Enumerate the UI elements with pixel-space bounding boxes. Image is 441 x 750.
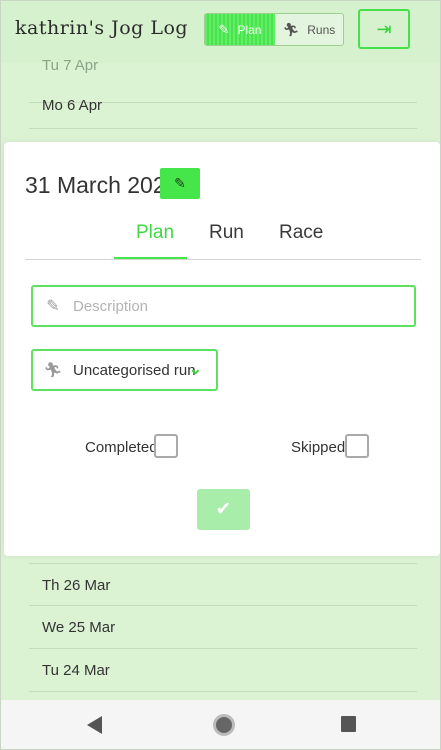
list-item[interactable]: Tu 24 Mar <box>29 649 417 692</box>
pencil-icon: ✎ <box>174 175 186 191</box>
list-item-label: Mo 6 Apr <box>42 97 103 114</box>
list-item[interactable]: We 25 Mar <box>29 606 417 649</box>
list-item[interactable]: Th 26 Mar <box>29 563 417 606</box>
app-frame: kathrin's Jog Log ✎ Plan 🏃︎ Runs ⇥ Tu 7 … <box>0 0 441 750</box>
completed-label: Completed <box>85 439 158 456</box>
back-icon[interactable] <box>87 716 102 734</box>
save-button[interactable]: ✔ <box>197 489 250 530</box>
recent-apps-icon[interactable] <box>341 716 356 732</box>
skipped-checkbox[interactable] <box>345 434 369 458</box>
sign-out-icon: ⇥ <box>376 18 392 39</box>
modal-tabs: Plan Run Race <box>25 218 421 260</box>
skipped-label: Skipped <box>291 439 346 456</box>
day-modal: 31 March 2020 ✎ Plan Run Race ✎ Descript… <box>4 142 440 556</box>
runner-icon: 🏃︎ <box>43 362 63 379</box>
runs-toggle-button[interactable]: 🏃︎ Runs <box>275 14 343 45</box>
app-title: kathrin's Jog Log <box>15 17 189 39</box>
list-item-label: We 25 Mar <box>42 619 116 636</box>
home-icon[interactable] <box>213 714 235 736</box>
completed-checkbox[interactable] <box>154 434 178 458</box>
tab-plan[interactable]: Plan <box>136 222 174 244</box>
view-toggle: ✎ Plan 🏃︎ Runs <box>204 13 344 46</box>
plan-toggle-label: Plan <box>237 22 262 37</box>
pencil-ruler-icon: ✎ <box>46 298 60 315</box>
plan-toggle-button[interactable]: ✎ Plan <box>205 14 275 45</box>
android-nav-bar <box>1 700 440 749</box>
chevron-down-icon: ⌄ <box>188 361 202 378</box>
run-type-select[interactable]: 🏃︎ Uncategorised run ⌄ <box>31 349 218 391</box>
list-item-label: Tu 24 Mar <box>42 662 110 679</box>
description-placeholder: Description <box>73 297 149 315</box>
run-type-value: Uncategorised run <box>73 361 196 379</box>
list-item[interactable]: Mo 6 Apr <box>29 85 417 129</box>
app-header: kathrin's Jog Log ✎ Plan 🏃︎ Runs ⇥ <box>1 1 440 63</box>
description-field[interactable]: ✎ Description <box>31 285 416 327</box>
list-item-label: Th 26 Mar <box>42 577 111 594</box>
runner-icon: 🏃︎ <box>282 21 300 37</box>
tab-run[interactable]: Run <box>209 222 244 244</box>
logout-button[interactable]: ⇥ <box>358 9 410 49</box>
modal-date: 31 March 2020 <box>25 172 179 198</box>
pencil-ruler-icon: ✎ <box>218 21 230 37</box>
active-tab-indicator <box>114 257 187 259</box>
runs-toggle-label: Runs <box>307 22 336 37</box>
edit-date-button[interactable]: ✎ <box>160 168 200 199</box>
tab-race[interactable]: Race <box>279 222 323 244</box>
list-item-label: Tu 7 Apr <box>42 57 99 74</box>
checkmark-icon: ✔ <box>215 499 232 520</box>
